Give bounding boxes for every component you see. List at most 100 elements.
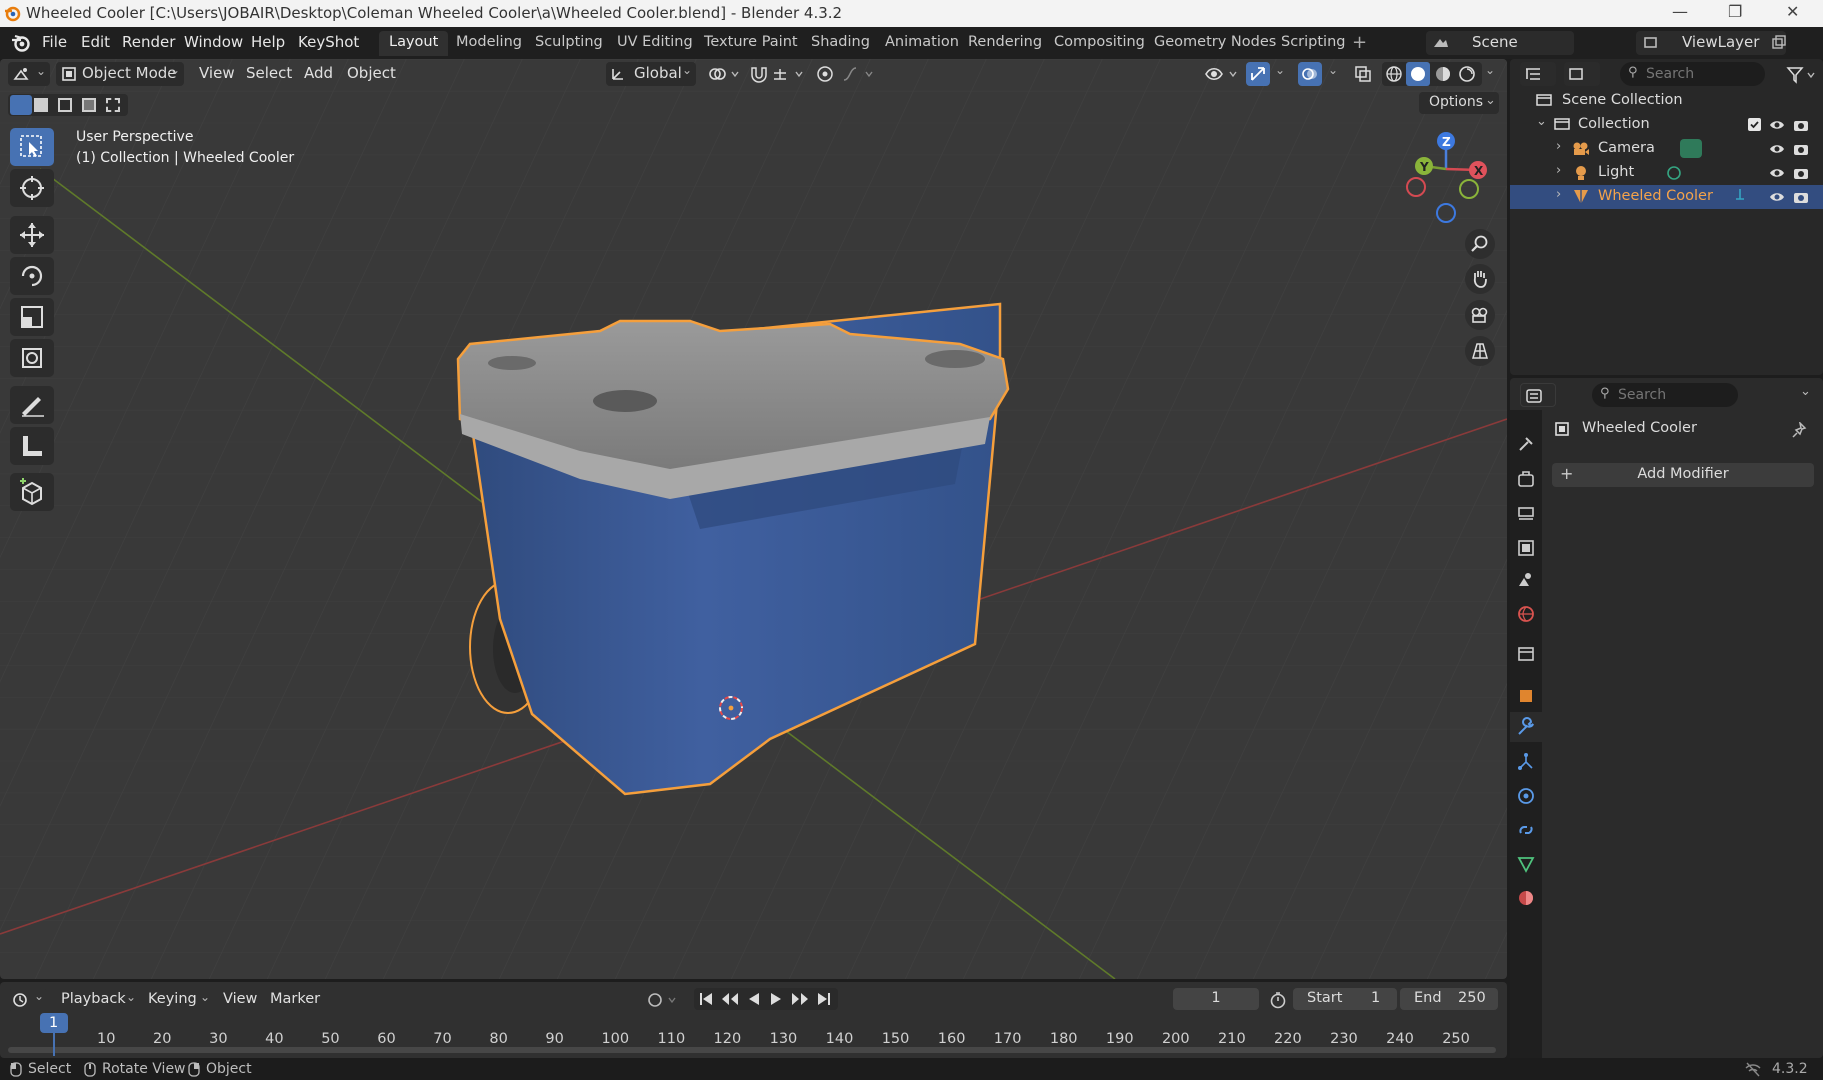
transform-orientation-dropdown[interactable]: Global ⌄	[606, 62, 696, 86]
menu-help[interactable]: Help	[251, 33, 285, 51]
tab-layout[interactable]: Layout	[379, 31, 449, 56]
properties-search-box[interactable]: ⚲	[1592, 383, 1738, 407]
timeline-editor-type[interactable]: ⌄	[8, 989, 48, 1011]
add-modifier-button[interactable]: + Add Modifier	[1552, 463, 1814, 487]
tool-transform[interactable]	[10, 339, 54, 377]
jump-end-icon[interactable]	[816, 991, 832, 1007]
tool-rotate[interactable]	[10, 257, 54, 295]
jump-start-icon[interactable]	[698, 991, 714, 1007]
overlay-toggle-button[interactable]	[1298, 62, 1322, 86]
view-layer-copy-icon[interactable]	[1771, 35, 1787, 51]
world-tab-icon[interactable]	[1516, 604, 1536, 624]
properties-search-input[interactable]	[1618, 386, 1730, 404]
visibility-filter-icon[interactable]	[1204, 64, 1240, 84]
render-tab-icon[interactable]	[1516, 470, 1536, 490]
object-tab-icon[interactable]	[1516, 686, 1536, 706]
close-button[interactable]: ✕	[1786, 2, 1799, 21]
next-keyframe-icon[interactable]	[790, 991, 810, 1007]
timeline-scrollbar[interactable]	[8, 1047, 1496, 1053]
current-frame-field[interactable]: 1	[1173, 988, 1259, 1010]
collection-tab-icon[interactable]	[1516, 644, 1536, 664]
viewport-menu-object[interactable]: Object	[347, 64, 396, 82]
auto-keying-icon[interactable]	[646, 991, 680, 1009]
render-camera-icon[interactable]	[1793, 190, 1809, 204]
select-extend-button[interactable]	[34, 98, 48, 112]
chevron-down-icon[interactable]: ⌄	[1800, 384, 1811, 399]
chevron-down-icon[interactable]: ⌄	[200, 990, 210, 1004]
chevron-right-icon[interactable]: ›	[1556, 163, 1561, 178]
maximize-button[interactable]: ❐	[1728, 2, 1742, 21]
tab-geometry-nodes[interactable]: Geometry Nodes	[1144, 31, 1286, 56]
eye-icon[interactable]	[1769, 190, 1785, 204]
proportional-editing-icon[interactable]	[815, 64, 835, 84]
viewport-scene[interactable]: Z Y X	[0, 59, 1507, 979]
tool-measure[interactable]	[10, 427, 54, 465]
prev-keyframe-icon[interactable]	[720, 991, 740, 1007]
tool-cursor[interactable]	[10, 169, 54, 207]
tab-shading[interactable]: Shading	[801, 31, 880, 56]
pan-view-button[interactable]	[1465, 264, 1495, 294]
mesh-data-icon[interactable]	[1734, 188, 1746, 204]
outliner-row-light[interactable]: › Light	[1510, 161, 1823, 185]
zoom-view-button[interactable]	[1465, 229, 1495, 259]
timeline-menu-marker[interactable]: Marker	[270, 991, 320, 1007]
chevron-down-icon[interactable]: ⌄	[1328, 63, 1338, 77]
output-tab-icon[interactable]	[1516, 504, 1536, 524]
viewport-options-button[interactable]: Options ⌄	[1419, 92, 1499, 114]
particles-tab-icon[interactable]	[1516, 752, 1536, 772]
tool-select-box[interactable]	[10, 128, 54, 166]
editor-type-button[interactable]: ⌄	[8, 62, 50, 86]
outliner-search-input[interactable]	[1646, 65, 1756, 83]
scene-tab-icon[interactable]	[1516, 570, 1536, 590]
data-tab-icon[interactable]	[1516, 854, 1536, 874]
view-layer-tab-icon[interactable]	[1516, 538, 1536, 558]
render-camera-icon[interactable]	[1793, 166, 1809, 180]
pin-icon[interactable]	[1792, 422, 1808, 438]
select-new-button[interactable]	[10, 95, 32, 115]
viewport-menu-select[interactable]: Select	[246, 64, 292, 82]
chevron-right-icon[interactable]: ›	[1556, 187, 1561, 202]
eye-icon[interactable]	[1769, 118, 1785, 132]
filter-icon[interactable]	[1786, 66, 1818, 84]
scene-selector[interactable]: Scene	[1426, 31, 1574, 55]
camera-view-button[interactable]	[1465, 300, 1495, 330]
blender-menu-icon[interactable]	[10, 33, 32, 53]
add-workspace-button[interactable]: +	[1352, 32, 1367, 53]
tool-scale[interactable]	[10, 298, 54, 336]
play-reverse-icon[interactable]	[746, 991, 762, 1007]
snap-magnet-icon[interactable]	[748, 64, 770, 84]
eye-icon[interactable]	[1769, 166, 1785, 180]
falloff-curve-icon[interactable]	[842, 65, 876, 83]
menu-window[interactable]: Window	[184, 33, 243, 51]
timeline-menu-view[interactable]: View	[223, 991, 257, 1007]
tool-move[interactable]	[10, 216, 54, 254]
pivot-point-icon[interactable]	[708, 66, 740, 82]
material-shading-icon[interactable]	[1434, 65, 1452, 83]
camera-data-icon[interactable]	[1680, 139, 1702, 158]
modifier-tab-active[interactable]	[1510, 712, 1542, 742]
tool-annotate[interactable]	[10, 386, 54, 424]
tool-tab-icon[interactable]	[1516, 434, 1536, 454]
object-mode-dropdown[interactable]: Object Mode ⌄	[56, 62, 184, 86]
tab-rendering[interactable]: Rendering	[958, 31, 1052, 56]
play-icon[interactable]	[768, 991, 784, 1007]
collection-include-checkbox[interactable]	[1748, 118, 1761, 131]
select-subtract-button[interactable]	[58, 98, 72, 112]
chevron-down-icon[interactable]: ⌄	[126, 990, 136, 1004]
render-camera-icon[interactable]	[1793, 118, 1809, 132]
stopwatch-icon[interactable]	[1269, 991, 1287, 1009]
timeline-menu-keying[interactable]: Keying	[148, 991, 197, 1007]
outliner-display-mode[interactable]	[1564, 62, 1600, 86]
3d-viewport[interactable]: Z Y X User Perspective (1) Collection | …	[0, 59, 1507, 979]
tab-sculpting[interactable]: Sculpting	[525, 31, 613, 56]
menu-edit[interactable]: Edit	[81, 33, 110, 51]
outliner-editor-type[interactable]	[1520, 62, 1556, 86]
outliner-row-collection[interactable]: ⌄ Collection	[1510, 113, 1823, 137]
end-frame-field[interactable]: End 250	[1400, 988, 1498, 1010]
minimize-button[interactable]: —	[1672, 2, 1688, 21]
properties-editor-type[interactable]	[1520, 383, 1556, 407]
menu-file[interactable]: File	[42, 33, 67, 51]
light-data-icon[interactable]	[1666, 165, 1682, 181]
tab-compositing[interactable]: Compositing	[1044, 31, 1155, 56]
render-camera-icon[interactable]	[1793, 142, 1809, 156]
